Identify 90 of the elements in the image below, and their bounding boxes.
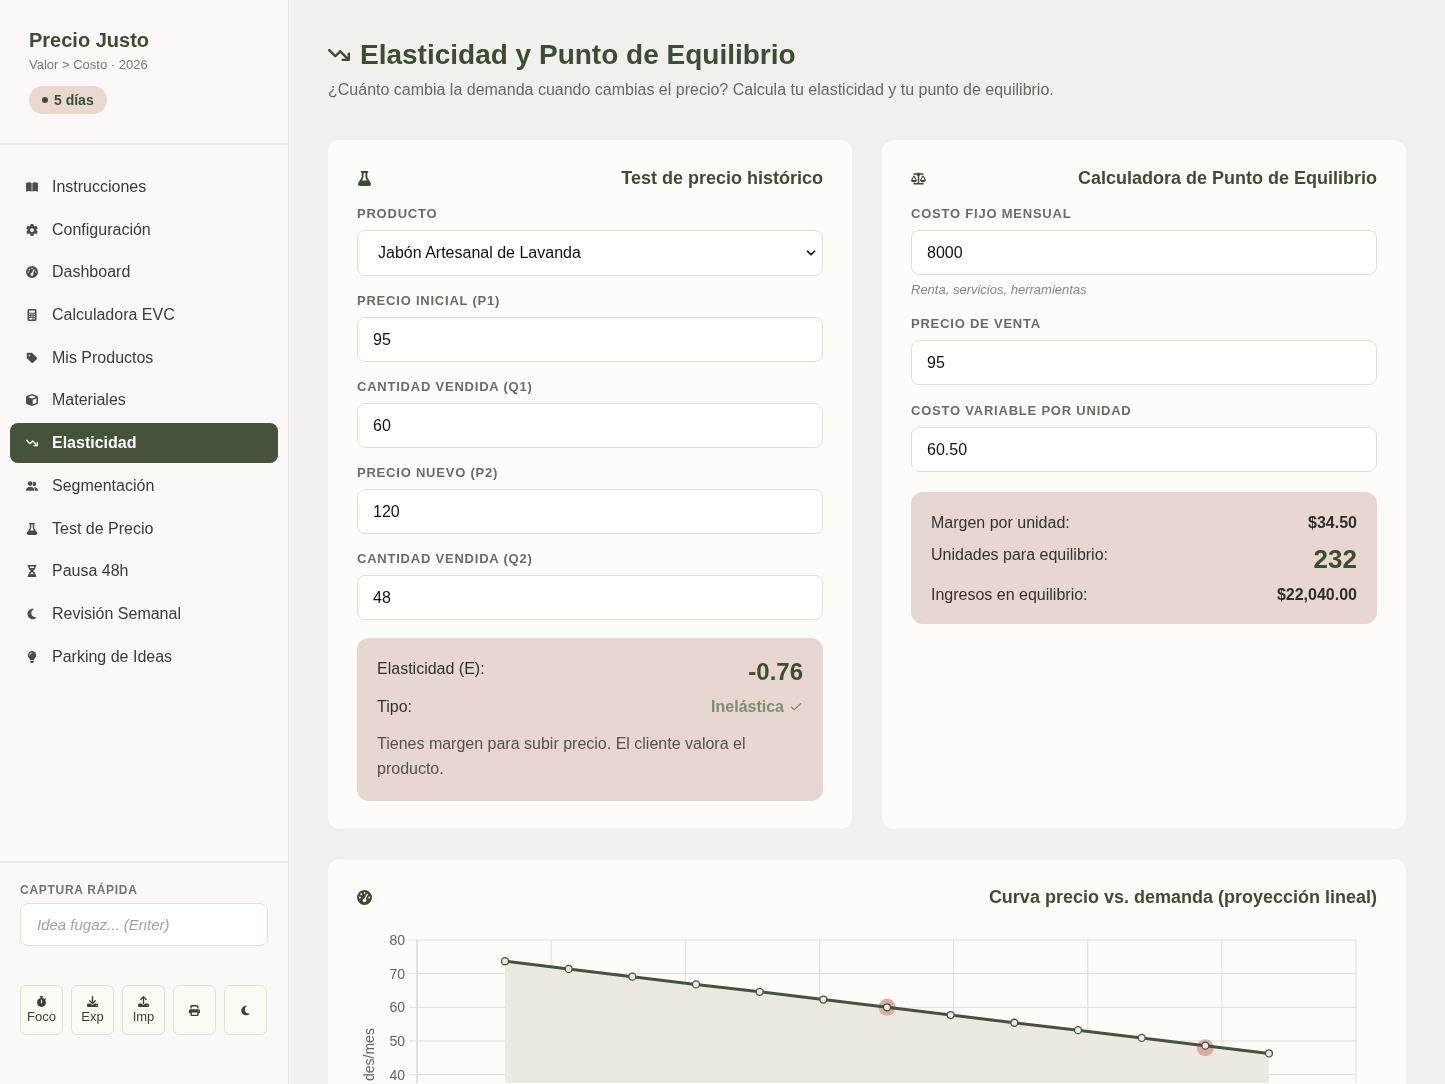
field-label: CANTIDAD VENDIDA (Q1) bbox=[357, 379, 533, 395]
axis-tick-label: 50 bbox=[389, 1032, 405, 1049]
field-label: PRECIO INICIAL (P1) bbox=[357, 293, 501, 309]
field-label: COSTO FIJO MENSUAL bbox=[911, 206, 1072, 222]
cube-icon bbox=[26, 394, 38, 407]
result-label: Margen por unidad: bbox=[931, 513, 1070, 533]
card-title: Calculadora de Punto de Equilibrio bbox=[1077, 167, 1377, 190]
axis-title: des/mes bbox=[361, 1028, 377, 1081]
nav-item[interactable]: Parking de Ideas bbox=[10, 636, 278, 677]
section-label: CAPTURA RÁPIDA bbox=[20, 883, 138, 897]
result-value: $34.50 bbox=[1308, 513, 1357, 533]
field-label: COSTO VARIABLE POR UNIDAD bbox=[911, 403, 1132, 419]
axis-tick-label: 60 bbox=[389, 999, 405, 1016]
gauge-icon bbox=[357, 889, 372, 905]
field-label: PRECIO NUEVO (P2) bbox=[357, 465, 499, 481]
result-label: Ingresos en equilibrio: bbox=[931, 585, 1088, 605]
badge-text: 5 días bbox=[54, 90, 94, 110]
nav-item[interactable]: Dashboard bbox=[10, 252, 278, 293]
result-note: Tienes margen para subir precio. El cliente valora el producto. bbox=[377, 734, 747, 779]
input-field[interactable]: 8000 bbox=[911, 230, 1377, 275]
app-title: Precio Justo bbox=[29, 28, 150, 52]
input-field[interactable]: 60.50 bbox=[911, 427, 1377, 472]
axis-tick-label: 40 bbox=[389, 1066, 405, 1083]
printer-icon bbox=[189, 1004, 200, 1016]
download-icon bbox=[87, 995, 98, 1007]
axis-tick-label: 70 bbox=[389, 965, 405, 982]
moon-icon bbox=[240, 1004, 251, 1016]
toolbar-button[interactable]: Exp bbox=[71, 985, 114, 1035]
nav-item[interactable]: Segmentación bbox=[10, 465, 278, 506]
data-point bbox=[882, 1003, 892, 1012]
axis-tick-label: 80 bbox=[389, 932, 405, 948]
balance-scale-icon bbox=[911, 170, 926, 186]
result-value: $22,040.00 bbox=[1276, 585, 1357, 605]
nav-item[interactable]: Materiales bbox=[10, 380, 278, 421]
result-value: -0.76 bbox=[748, 657, 803, 687]
field-label: CANTIDAD VENDIDA (Q2) bbox=[357, 551, 533, 567]
flask-icon bbox=[26, 522, 38, 535]
result-value: Inelástica bbox=[711, 697, 784, 717]
result-label: Tipo: bbox=[377, 697, 412, 717]
nav-item[interactable]: Test de Precio bbox=[10, 508, 278, 549]
lightbulb-icon bbox=[26, 650, 38, 663]
nav-item[interactable]: Configuración bbox=[10, 209, 278, 250]
app-subtitle: Valor > Costo · 2026 bbox=[29, 57, 148, 73]
moon-icon bbox=[26, 607, 38, 620]
book-icon bbox=[26, 181, 38, 193]
field-label: PRODUCTO bbox=[357, 206, 438, 222]
data-point bbox=[564, 964, 573, 974]
toolbar-button[interactable]: Imp bbox=[122, 985, 165, 1035]
data-point bbox=[1073, 1026, 1083, 1035]
nav-item[interactable]: Calculadora EVC bbox=[10, 295, 278, 336]
input-field[interactable]: 95 bbox=[357, 317, 823, 362]
data-point bbox=[500, 957, 510, 966]
result-label: Elasticidad (E): bbox=[377, 659, 485, 679]
nav-item[interactable]: Revisión Semanal bbox=[10, 593, 278, 634]
product-select[interactable]: Jabón Artesanal de Lavanda bbox=[357, 230, 823, 276]
data-point bbox=[755, 987, 764, 996]
toolbar-button[interactable]: Foco bbox=[20, 985, 63, 1035]
input-field[interactable]: 120 bbox=[357, 489, 823, 534]
page-subtitle: ¿Cuánto cambia la demanda cuando cambias el precio? Calcula tu elasticidad y tu punto de equilibrio. bbox=[328, 80, 1054, 100]
input-field[interactable]: 60 bbox=[357, 403, 823, 448]
input-field[interactable]: 48 bbox=[357, 575, 823, 620]
nav-item[interactable]: Mis Productos bbox=[10, 337, 278, 378]
nav-item[interactable]: Pausa 48h bbox=[10, 551, 278, 592]
result-label: Unidades para equilibrio: bbox=[931, 545, 1108, 565]
data-point bbox=[1137, 1033, 1146, 1043]
input-field[interactable]: Idea fugaz... (Enter) bbox=[20, 903, 268, 946]
gear-icon bbox=[26, 223, 38, 236]
page-title: Elasticidad y Punto de Equilibrio bbox=[360, 38, 796, 72]
hourglass-icon bbox=[26, 565, 38, 578]
flask-icon bbox=[357, 170, 372, 186]
data-point bbox=[1201, 1041, 1210, 1050]
data-point bbox=[1264, 1049, 1274, 1058]
toolbar-button[interactable] bbox=[173, 985, 216, 1035]
tag-icon bbox=[26, 351, 38, 364]
data-point bbox=[1010, 1018, 1019, 1027]
card-title: Test de precio histórico bbox=[621, 167, 823, 190]
input-field[interactable]: 95 bbox=[911, 340, 1377, 385]
nav-item[interactable]: Elasticidad bbox=[10, 423, 278, 464]
upload-icon bbox=[138, 995, 149, 1007]
check-icon bbox=[789, 700, 803, 714]
stopwatch-icon bbox=[36, 995, 47, 1007]
field-label: PRECIO DE VENTA bbox=[911, 316, 1041, 332]
result-value: 232 bbox=[1313, 543, 1357, 575]
calculator-icon bbox=[26, 309, 38, 322]
nav-item[interactable]: Instrucciones bbox=[10, 167, 278, 207]
gauge-icon bbox=[26, 266, 38, 279]
users-icon bbox=[26, 479, 38, 492]
field-hint: Renta, servicios, herramientas bbox=[911, 282, 1087, 298]
card-title: Curva precio vs. demanda (proyección lineal) bbox=[988, 886, 1377, 909]
data-point bbox=[691, 980, 701, 989]
